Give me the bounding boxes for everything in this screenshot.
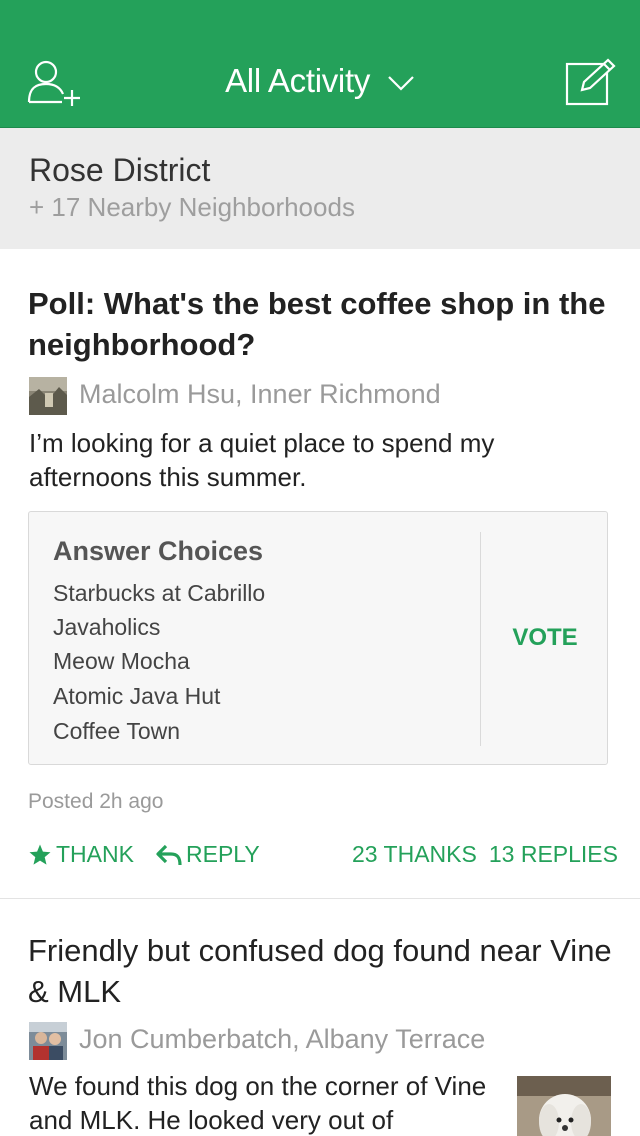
poll-choice: Starbucks at Cabrillo (53, 580, 266, 606)
page-title: All Activity (225, 62, 371, 99)
nearby-neighborhoods[interactable]: + 17 Nearby Neighborhoods (29, 192, 355, 223)
compose-icon[interactable] (564, 58, 616, 108)
replies-count[interactable]: 13 REPLIES (489, 841, 618, 867)
post-body: I’m looking for a quiet place to spend m… (29, 428, 495, 492)
poll-choice: Meow Mocha (53, 648, 190, 674)
neighborhood-name: Rose District (29, 152, 211, 188)
reply-label: REPLY (186, 841, 260, 867)
poll-choice: Coffee Town (53, 718, 181, 744)
star-icon (29, 844, 51, 865)
post-actions: THANK REPLY 23 THANKS 13 REPLIES (28, 841, 618, 871)
poll-choice: Javaholics (53, 614, 161, 640)
avatar (29, 1022, 67, 1060)
reply-button[interactable]: REPLY (156, 841, 260, 868)
avatar (29, 377, 67, 415)
activity-filter-dropdown[interactable]: All Activity (0, 62, 640, 100)
poll-heading: Answer Choices (53, 536, 264, 566)
post-title[interactable]: Friendly but confused dog found near Vin… (28, 930, 618, 1012)
author-name: Malcolm Hsu, Inner Richmond (79, 379, 441, 409)
dog-photo[interactable] (517, 1076, 611, 1136)
author-name: Jon Cumberbatch, Albany Terrace (79, 1024, 486, 1054)
post-title[interactable]: Poll: What's the best coffee shop in the… (28, 283, 618, 365)
post-counts: 23 THANKS 13 REPLIES (340, 841, 618, 868)
post-body: We found this dog on the corner of Vine … (29, 1071, 487, 1135)
thanks-count[interactable]: 23 THANKS (352, 841, 477, 867)
poll-choice: Atomic Java Hut (53, 683, 221, 709)
vote-button[interactable]: VOTE (481, 624, 609, 652)
neighborhood-header[interactable]: Rose District + 17 Nearby Neighborhoods (0, 128, 640, 249)
reply-icon (156, 844, 182, 865)
post-timestamp: Posted 2h ago (28, 790, 164, 813)
thank-label: THANK (56, 841, 134, 867)
feed-post: Friendly but confused dog found near Vin… (0, 900, 640, 1136)
thank-button[interactable]: THANK (28, 841, 134, 868)
feed-post: Poll: What's the best coffee shop in the… (0, 249, 640, 899)
poll-box: Answer Choices Starbucks at Cabrillo Jav… (28, 511, 608, 765)
chevron-down-icon (387, 61, 415, 99)
top-bar: All Activity (0, 0, 640, 128)
